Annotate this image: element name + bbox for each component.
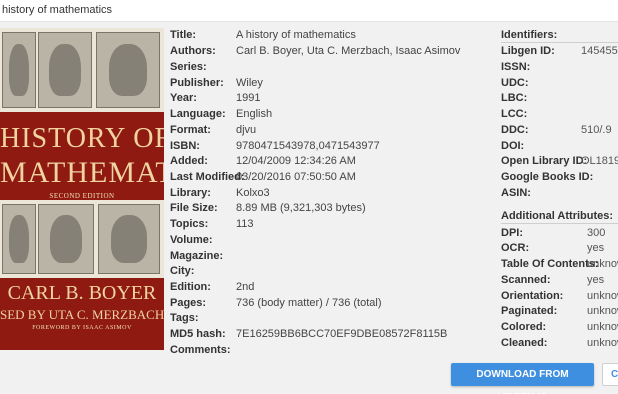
- attribute-value: unknow: [587, 290, 618, 302]
- window-title: history of mathematics: [2, 4, 113, 16]
- detail-value: 113: [236, 218, 254, 230]
- cover-portrait: [2, 204, 36, 274]
- detail-label: ISBN:: [170, 140, 200, 152]
- attribute-label: Orientation:: [501, 290, 564, 302]
- detail-label: Format:: [170, 124, 211, 136]
- detail-value: Wiley: [236, 77, 263, 89]
- detail-label: Series:: [170, 61, 207, 73]
- detail-label: Tags:: [170, 312, 199, 324]
- attribute-value: yes: [587, 274, 605, 286]
- detail-value: 03/20/2016 07:50:50 AM: [236, 171, 356, 183]
- section-divider: [501, 42, 618, 43]
- detail-value: djvu: [236, 124, 257, 136]
- detail-label: Pages:: [170, 297, 207, 309]
- identifier-label: ISSN:: [501, 61, 531, 73]
- cover-reviser: SED BY UTA C. MERZBACH: [0, 307, 164, 322]
- cover-portrait: [2, 32, 36, 108]
- attribute-label: Cleaned:: [501, 337, 548, 349]
- detail-label: Edition:: [170, 281, 211, 293]
- cover-title-line1: HISTORY OF: [0, 123, 164, 154]
- cover-portrait: [98, 204, 160, 274]
- cover-foreword: FOREWORD BY ISAAC ASIMOV: [32, 325, 132, 331]
- detail-value: 1991: [236, 92, 261, 104]
- identifier-label: LBC:: [501, 92, 528, 104]
- identifier-value: 145455: [581, 45, 618, 57]
- attribute-label: Scanned:: [501, 274, 551, 286]
- detail-label: Magazine:: [170, 250, 224, 262]
- attribute-label: DPI:: [501, 227, 523, 239]
- detail-value: Carl B. Boyer, Uta C. Merzbach, Isaac As…: [236, 45, 461, 57]
- detail-label: Title:: [170, 29, 197, 41]
- identifier-label: DDC:: [501, 124, 529, 136]
- detail-label: Volume:: [170, 234, 213, 246]
- cover-portrait: [38, 204, 94, 274]
- detail-label: Topics:: [170, 218, 209, 230]
- identifier-label: Libgen ID:: [501, 45, 555, 57]
- identifier-label: Open Library ID:: [501, 155, 588, 167]
- attribute-value: unknow: [587, 321, 618, 333]
- attribute-value: unknow: [587, 337, 618, 349]
- attribute-value: unknow: [587, 258, 618, 270]
- cover-title-line2: MATHEMATICS: [0, 156, 164, 189]
- detail-value: 8.89 MB (9,321,303 bytes): [236, 202, 366, 214]
- attribute-value: 300: [587, 227, 606, 239]
- detail-label: Comments:: [170, 344, 231, 356]
- detail-label: City:: [170, 265, 195, 277]
- detail-label: Authors:: [170, 45, 216, 57]
- book-cover-image: HISTORY OF MATHEMATICS SECOND EDITION CA…: [0, 28, 164, 350]
- detail-value: English: [236, 108, 273, 120]
- close-button[interactable]: CL: [602, 363, 618, 386]
- book-detail-panel: HISTORY OF MATHEMATICS SECOND EDITION CA…: [0, 22, 618, 394]
- detail-label: MD5 hash:: [170, 328, 226, 340]
- attribute-label: Colored:: [501, 321, 547, 333]
- detail-value: 736 (body matter) / 736 (total): [236, 297, 382, 309]
- cover-portrait: [38, 32, 92, 108]
- identifier-label: ASIN:: [501, 187, 531, 199]
- identifier-label: LCC:: [501, 108, 528, 120]
- attribute-value: yes: [587, 242, 605, 254]
- attribute-label: Paginated:: [501, 305, 558, 317]
- detail-value: Kolxo3: [236, 187, 270, 199]
- detail-label: Language:: [170, 108, 226, 120]
- section-divider: [501, 223, 618, 224]
- attribute-value: unknow: [587, 305, 618, 317]
- detail-value: A history of mathematics: [236, 29, 356, 41]
- cover-author: CARL B. BOYER: [7, 282, 157, 304]
- detail-label: File Size:: [170, 202, 218, 214]
- detail-label: Last Modified:: [170, 171, 245, 183]
- identifier-value: 510/.9: [581, 124, 612, 136]
- app-window: history of mathematics HISTORY OF MATHEM…: [0, 0, 618, 394]
- detail-value: 2nd: [236, 281, 255, 293]
- identifiers-heading: Identifiers:: [501, 29, 558, 41]
- identifier-label: DOI:: [501, 140, 525, 152]
- attribute-label: OCR:: [501, 242, 530, 254]
- detail-label: Library:: [170, 187, 211, 199]
- detail-value: 9780471543978,0471543977: [236, 140, 380, 152]
- identifier-label: Google Books ID:: [501, 171, 594, 183]
- detail-label: Year:: [170, 92, 197, 104]
- attributes-heading: Additional Attributes:: [501, 210, 614, 222]
- attribute-label: Table Of Contents:: [501, 258, 599, 270]
- detail-value: 7E16259BB6BCC70EF9DBE08572F8115B: [236, 328, 448, 340]
- detail-label: Publisher:: [170, 77, 224, 89]
- identifier-value: OL18198: [581, 155, 618, 167]
- cover-edition: SECOND EDITION: [49, 192, 115, 200]
- title-bar: history of mathematics: [0, 0, 618, 22]
- detail-value: 12/04/2009 12:34:26 AM: [236, 155, 356, 167]
- cover-portrait: [96, 32, 160, 108]
- identifier-label: UDC:: [501, 77, 529, 89]
- detail-label: Added:: [170, 155, 208, 167]
- download-button[interactable]: DOWNLOAD FROM LIBGEN.IO: [451, 363, 594, 394]
